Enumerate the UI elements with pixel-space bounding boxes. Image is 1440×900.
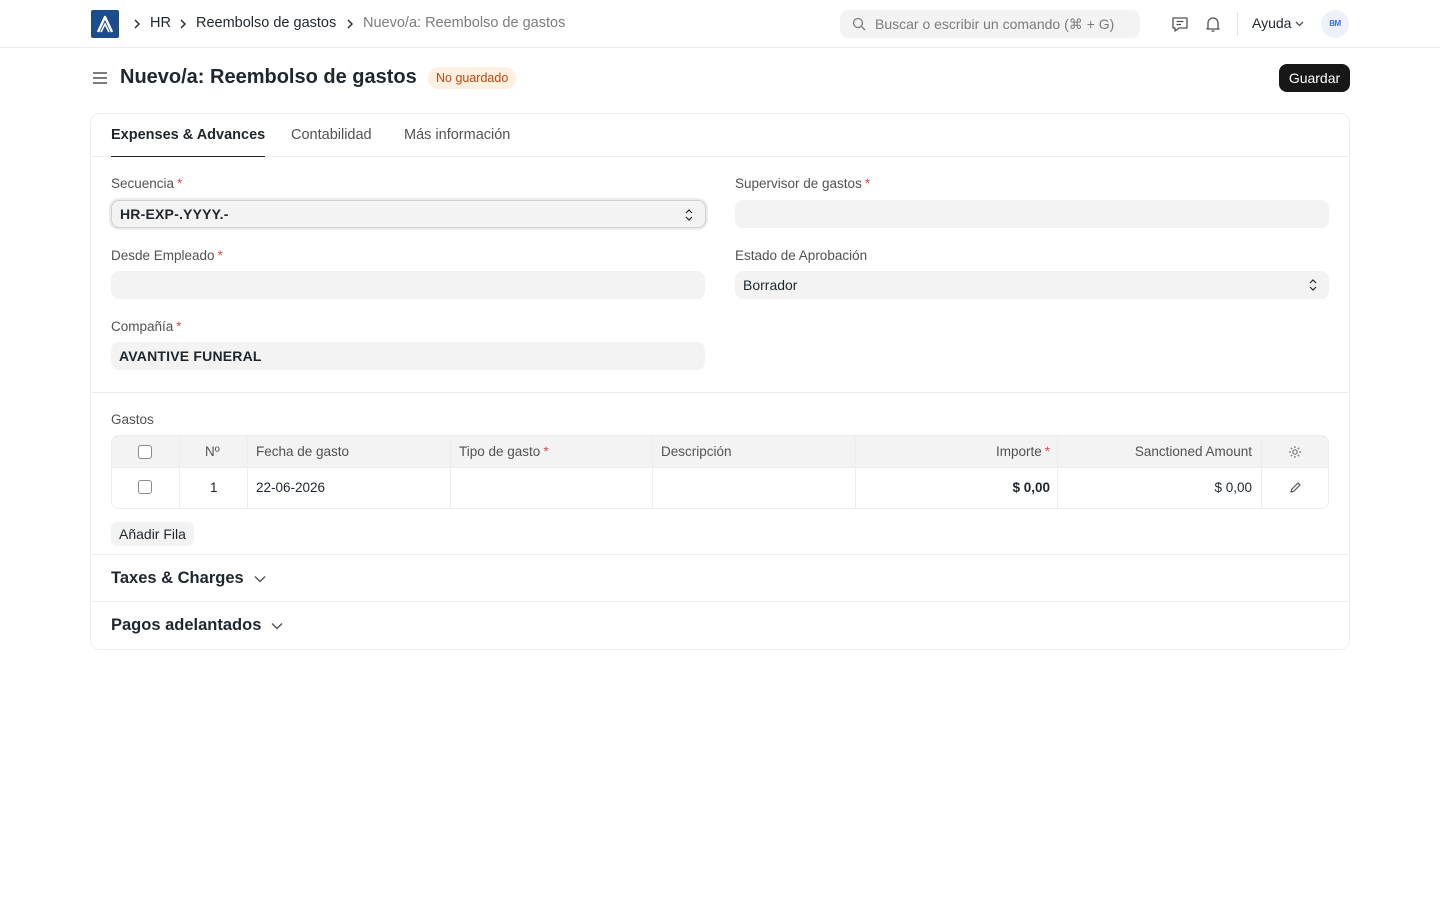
breadcrumb-doctype[interactable]: Reembolso de gastos — [196, 15, 336, 31]
row-fecha[interactable]: 22-06-2026 — [256, 480, 325, 495]
compania-label: Compañía * — [111, 319, 182, 334]
col-no: Nº — [205, 444, 220, 459]
col-tipo: Tipo de gasto * — [459, 444, 549, 459]
form-tabs: Expenses & Advances Contabilidad Más inf… — [91, 114, 1349, 157]
section-taxes-title: Taxes & Charges — [111, 569, 244, 587]
settings-icon[interactable] — [1288, 445, 1302, 459]
section-pagos-adelantados[interactable]: Pagos adelantados — [111, 616, 283, 635]
chevron-right-icon — [180, 19, 186, 29]
gastos-label: Gastos — [111, 412, 154, 427]
empleado-field[interactable] — [111, 271, 705, 299]
chevron-down-icon — [254, 576, 266, 583]
column-divider — [652, 436, 653, 508]
row-importe[interactable]: $ 0,00 — [872, 480, 1050, 495]
required-marker: * — [176, 319, 182, 334]
supervisor-label: Supervisor de gastos * — [735, 176, 871, 191]
status-badge: No guardado — [428, 67, 517, 89]
chat-icon[interactable] — [1170, 14, 1190, 34]
table-header: Nº Fecha de gasto Tipo de gasto * Descrip… — [112, 436, 1328, 468]
breadcrumb-hr[interactable]: HR — [150, 15, 171, 31]
section-taxes-charges[interactable]: Taxes & Charges — [111, 569, 266, 588]
edit-icon[interactable] — [1289, 481, 1302, 494]
search-icon — [852, 17, 866, 31]
col-sanctioned: Sanctioned Amount — [1134, 444, 1252, 459]
col-fecha: Fecha de gasto — [256, 444, 350, 459]
navbar-divider — [1237, 12, 1238, 36]
column-divider — [179, 436, 180, 508]
select-arrows-icon — [1309, 279, 1317, 291]
section-divider — [91, 554, 1349, 555]
chevron-right-icon — [134, 19, 140, 29]
help-dropdown[interactable]: Ayuda — [1252, 15, 1304, 31]
app-logo[interactable] — [91, 10, 119, 38]
secuencia-value: HR-EXP-.YYYY.- — [120, 206, 229, 222]
search-input[interactable] — [875, 10, 1130, 38]
required-marker: * — [177, 176, 183, 191]
section-divider — [91, 392, 1349, 393]
chevron-down-icon — [271, 623, 283, 630]
estado-value: Borrador — [743, 277, 798, 293]
supervisor-field[interactable] — [735, 200, 1329, 228]
save-button[interactable]: Guardar — [1279, 64, 1350, 92]
required-marker: * — [1044, 444, 1050, 459]
select-arrows-icon — [685, 209, 693, 221]
row-sancionado[interactable]: $ 0,00 — [1072, 480, 1252, 495]
select-all-checkbox[interactable] — [138, 445, 152, 459]
estado-select[interactable]: Borrador — [735, 271, 1329, 299]
secuencia-select[interactable]: HR-EXP-.YYYY.- — [111, 200, 706, 228]
tab-mas-informacion[interactable]: Más información — [404, 127, 510, 157]
sidebar-toggle-icon[interactable] — [92, 70, 108, 86]
compania-field[interactable]: AVANTIVE FUNERAL — [111, 342, 705, 370]
avatar[interactable]: BM — [1321, 10, 1349, 38]
page-title: Nuevo/a: Reembolso de gastos — [120, 66, 417, 88]
required-marker: * — [864, 176, 871, 191]
chevron-right-icon — [347, 19, 353, 29]
row-no: 1 — [210, 480, 218, 495]
tab-contabilidad[interactable]: Contabilidad — [291, 127, 372, 157]
table-row[interactable]: 1 22-06-2026 $ 0,00 $ 0,00 — [112, 468, 1328, 508]
empleado-label: Desde Empleado * — [111, 248, 223, 263]
logo-icon — [96, 15, 114, 33]
breadcrumb-current[interactable]: Nuevo/a: Reembolso de gastos — [363, 15, 565, 31]
add-row-button[interactable]: Añadir Fila — [111, 522, 194, 546]
column-divider — [1057, 436, 1058, 508]
column-divider — [247, 436, 248, 508]
help-label: Ayuda — [1252, 15, 1292, 31]
form-card: Expenses & Advances Contabilidad Más inf… — [90, 113, 1350, 650]
col-importe: Importe * — [995, 444, 1050, 459]
tab-expenses-advances[interactable]: Expenses & Advances — [111, 127, 266, 157]
estado-label: Estado de Aprobación — [735, 248, 868, 263]
required-marker: * — [543, 444, 549, 459]
section-advances-title: Pagos adelantados — [111, 616, 262, 634]
search-bar[interactable] — [840, 10, 1140, 38]
chevron-down-icon — [1295, 21, 1304, 27]
navbar: HR Reembolso de gastos Nuevo/a: Reembols… — [0, 0, 1440, 48]
expenses-table: Nº Fecha de gasto Tipo de gasto * Descrip… — [111, 435, 1329, 509]
section-divider — [91, 601, 1349, 602]
column-divider — [855, 436, 856, 508]
column-divider — [450, 436, 451, 508]
bell-icon[interactable] — [1203, 14, 1223, 34]
col-descripcion: Descripción — [661, 444, 732, 459]
compania-value: AVANTIVE FUNERAL — [119, 348, 262, 364]
row-checkbox[interactable] — [138, 480, 152, 494]
required-marker: * — [217, 248, 223, 263]
secuencia-label: Secuencia * — [111, 176, 183, 191]
column-divider — [1261, 436, 1262, 508]
